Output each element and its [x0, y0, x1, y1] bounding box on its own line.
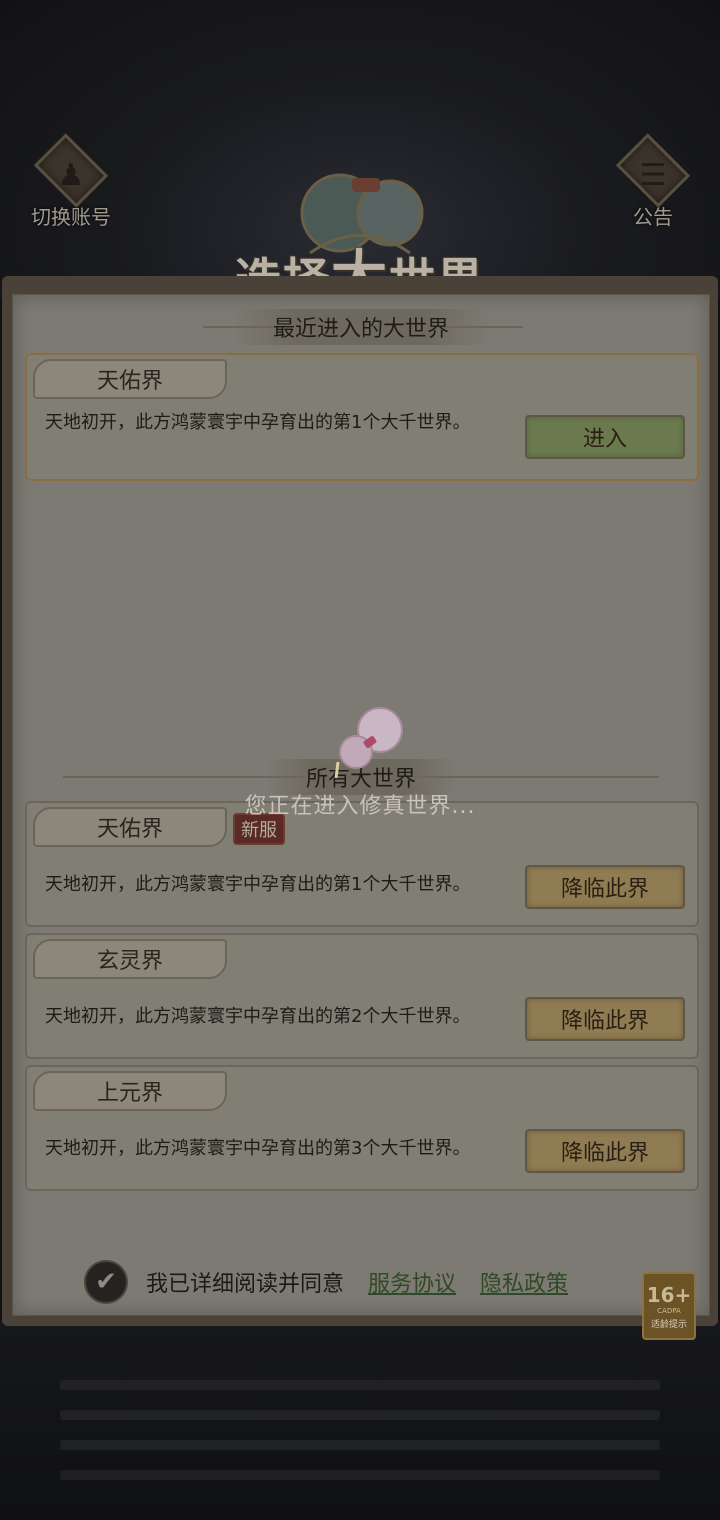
privacy-policy-link[interactable]: 隐私政策 [480, 1266, 568, 1298]
checkmark-icon: ✔ [95, 1267, 117, 1297]
descend-button[interactable]: 降临此界 [525, 865, 685, 909]
announcement-button[interactable]: ☰ 公告 [598, 133, 708, 230]
switch-account-button[interactable]: ♟ 切换账号 [16, 133, 126, 230]
loading-overlay: 您正在进入修真世界... [0, 700, 720, 820]
world-description: 天地初开，此方鸿蒙寰宇中孕育出的第3个大千世界。 [45, 1138, 471, 1159]
world-name-tag: 上元界 [33, 1071, 227, 1111]
recent-world-card: 天佑界 天地初开，此方鸿蒙寰宇中孕育出的第1个大千世界。 进入 [25, 353, 699, 481]
world-description: 天地初开，此方鸿蒙寰宇中孕育出的第2个大千世界。 [45, 1006, 471, 1027]
world-description: 天地初开，此方鸿蒙寰宇中孕育出的第1个大千世界。 [45, 874, 471, 895]
faint-footer-line [60, 1410, 660, 1420]
faint-footer-line [60, 1440, 660, 1450]
bottom-background [0, 1320, 720, 1520]
user-icon: ♟ [57, 158, 85, 193]
world-name-tag: 玄灵界 [33, 939, 227, 979]
enter-button[interactable]: 进入 [525, 415, 685, 459]
faint-footer-line [60, 1470, 660, 1480]
world-card: 上元界 天地初开，此方鸿蒙寰宇中孕育出的第3个大千世界。 降临此界 [25, 1065, 699, 1191]
world-name-tag: 天佑界 [33, 359, 227, 399]
loading-message: 您正在进入修真世界... [244, 794, 476, 819]
recent-section-title: 最近进入的大世界 [232, 309, 489, 345]
descend-button[interactable]: 降临此界 [525, 997, 685, 1041]
age-rating-org: CADPA [657, 1306, 681, 1315]
descend-button[interactable]: 降临此界 [525, 1129, 685, 1173]
world-card: 玄灵界 天地初开，此方鸿蒙寰宇中孕育出的第2个大千世界。 降临此界 [25, 933, 699, 1059]
announcement-label: 公告 [633, 205, 673, 229]
age-rating-badge[interactable]: 16+ CADPA 适龄提示 [642, 1272, 696, 1340]
switch-account-label: 切换账号 [31, 205, 111, 229]
agreement-row: ✔ 我已详细阅读并同意 服务协议 隐私政策 [84, 1260, 568, 1304]
world-description: 天地初开，此方鸿蒙寰宇中孕育出的第1个大千世界。 [45, 412, 471, 433]
service-agreement-link[interactable]: 服务协议 [368, 1266, 456, 1298]
age-rating-hint: 适龄提示 [650, 1319, 687, 1330]
age-rating-value: 16+ [646, 1282, 692, 1307]
agreement-text: 我已详细阅读并同意 [146, 1272, 345, 1297]
faint-footer-line [60, 1380, 660, 1390]
recent-section-header: 最近进入的大世界 [13, 307, 709, 347]
scroll-icon: ☰ [639, 158, 667, 193]
agreement-checkbox[interactable]: ✔ [84, 1260, 128, 1304]
gourd-loading-icon [334, 707, 403, 779]
